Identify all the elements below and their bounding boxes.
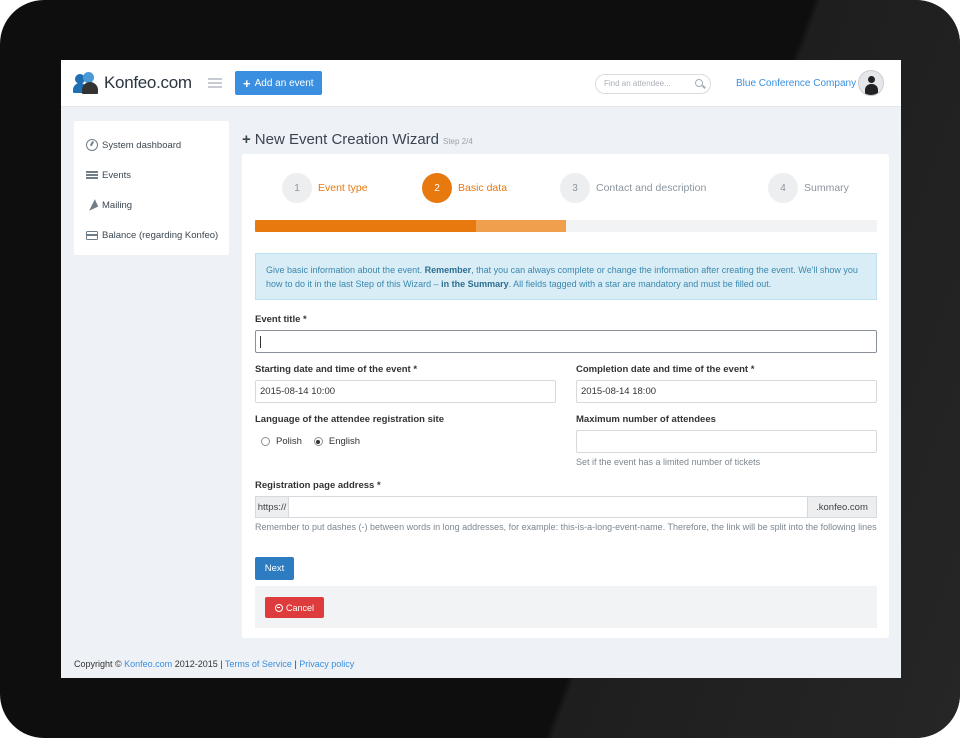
privacy-policy-link[interactable]: Privacy policy xyxy=(299,659,354,669)
step-number: 3 xyxy=(560,173,590,203)
attendee-search-input[interactable] xyxy=(604,79,694,88)
app-screen: Konfeo.com + Add an event Blue Conferenc… xyxy=(61,60,901,678)
step-label: Basic data xyxy=(458,182,508,194)
wizard-steps: 1 Event type 2 Basic data 3 Contact and … xyxy=(282,173,882,205)
registration-address-help: Remember to put dashes (-) between words… xyxy=(255,522,877,532)
sidebar-item-mailing[interactable]: Mailing xyxy=(74,190,229,220)
sidebar-item-label: Mailing xyxy=(102,199,133,211)
event-title-label: Event title * xyxy=(255,314,307,325)
form-actions-bar: Cancel xyxy=(255,586,877,628)
konfeo-home-link[interactable]: Konfeo.com xyxy=(124,659,172,669)
sidebar-item-label: Balance (regarding Konfeo) xyxy=(102,229,219,241)
people-logo-icon xyxy=(73,72,101,94)
page-title-text: New Event Creation Wizard xyxy=(254,131,439,148)
step-number: 1 xyxy=(282,173,312,203)
info-alert: Give basic information about the event. … xyxy=(255,253,877,300)
language-radio-group: Polish English xyxy=(261,436,372,447)
copyright-footer: Copyright © Konfeo.com 2012-2015 | Terms… xyxy=(74,659,354,669)
radio-label: English xyxy=(328,436,361,447)
terms-of-service-link[interactable]: Terms of Service xyxy=(225,659,292,669)
user-avatar[interactable] xyxy=(858,70,884,96)
sidebar-item-label: Events xyxy=(102,169,132,181)
info-bold: in the Summary xyxy=(441,279,509,289)
radio-button-checked[interactable] xyxy=(313,437,323,446)
max-attendees-input[interactable] xyxy=(576,430,877,453)
language-option-english[interactable]: English xyxy=(313,436,361,447)
sidebar-item-label: System dashboard xyxy=(102,139,182,151)
end-date-input[interactable]: 2015-08-14 18:00 xyxy=(576,380,877,403)
copyright-text: Copyright © xyxy=(74,659,125,669)
add-event-label: Add an event xyxy=(254,77,314,89)
cancel-button[interactable]: Cancel xyxy=(265,597,324,618)
wizard-step-3[interactable]: 3 Contact and description xyxy=(560,173,706,203)
cancel-label: Cancel xyxy=(285,602,314,613)
step-label: Summary xyxy=(804,182,849,194)
start-date-input[interactable]: 2015-08-14 10:00 xyxy=(255,380,556,403)
tablet-bezel: Konfeo.com + Add an event Blue Conferenc… xyxy=(0,0,960,738)
max-attendees-label: Maximum number of attendees xyxy=(576,414,716,425)
info-bold: Remember xyxy=(424,265,472,275)
step-number: 2 xyxy=(422,173,452,203)
paper-plane-icon xyxy=(86,199,98,211)
language-label: Language of the attendee registration si… xyxy=(255,414,444,425)
step-label: Event type xyxy=(318,182,368,194)
page-title: + New Event Creation Wizard Step 2/4 xyxy=(242,131,473,148)
info-text: Give basic information about the event. xyxy=(266,265,425,275)
end-date-value: 2015-08-14 18:00 xyxy=(581,386,657,397)
text-caret xyxy=(260,335,261,348)
next-button[interactable]: Next xyxy=(255,557,294,580)
wizard-step-4[interactable]: 4 Summary xyxy=(768,173,849,203)
language-option-polish[interactable]: Polish xyxy=(261,436,302,447)
sidebar-item-system-dashboard[interactable]: System dashboard xyxy=(74,130,229,160)
list-icon xyxy=(86,169,98,181)
konfeo-logo[interactable]: Konfeo.com xyxy=(73,70,192,96)
attendee-search xyxy=(595,74,711,94)
sidebar-item-balance[interactable]: Balance (regarding Konfeo) xyxy=(74,220,229,250)
credit-card-icon xyxy=(86,231,98,240)
start-date-value: 2015-08-14 10:00 xyxy=(260,386,336,397)
progress-fill xyxy=(255,220,566,232)
add-event-button[interactable]: + Add an event xyxy=(235,71,322,95)
company-name-link[interactable]: Blue Conference Company xyxy=(736,78,856,89)
search-icon[interactable] xyxy=(695,79,703,87)
info-text: . All fields tagged with a star are mand… xyxy=(508,279,772,289)
start-date-label: Starting date and time of the event * xyxy=(255,364,418,375)
sidebar-menu: System dashboard Events Mailing Balance … xyxy=(74,121,229,255)
wizard-step-1[interactable]: 1 Event type xyxy=(282,173,368,203)
step-indicator: Step 2/4 xyxy=(443,137,473,146)
registration-address-input[interactable] xyxy=(288,496,808,518)
radio-button[interactable] xyxy=(261,437,270,446)
registration-address-label: Registration page address * xyxy=(255,480,381,491)
cancel-circle-icon xyxy=(274,603,283,612)
wizard-panel: 1 Event type 2 Basic data 3 Contact and … xyxy=(242,154,889,638)
end-date-label: Completion date and time of the event * xyxy=(576,364,755,375)
hamburger-menu-icon[interactable] xyxy=(208,78,222,88)
logo-text: Konfeo.com xyxy=(104,73,192,92)
plus-icon: + xyxy=(242,131,251,148)
copyright-years: 2012-2015 | xyxy=(172,659,225,669)
konfeo-domain-suffix: .konfeo.com xyxy=(807,496,877,518)
radio-label: Polish xyxy=(276,436,302,447)
step-number: 4 xyxy=(768,173,798,203)
step-label: Contact and description xyxy=(596,182,707,194)
https-prefix: https:// xyxy=(255,496,289,518)
wizard-step-2[interactable]: 2 Basic data xyxy=(422,173,507,203)
event-title-input[interactable] xyxy=(255,330,877,353)
dashboard-icon xyxy=(86,139,98,151)
plus-icon: + xyxy=(243,75,251,91)
top-navbar: Konfeo.com + Add an event Blue Conferenc… xyxy=(61,60,901,107)
wizard-progress-bar xyxy=(255,220,877,232)
sidebar-item-events[interactable]: Events xyxy=(74,160,229,190)
max-attendees-help: Set if the event has a limited number of… xyxy=(576,457,761,467)
